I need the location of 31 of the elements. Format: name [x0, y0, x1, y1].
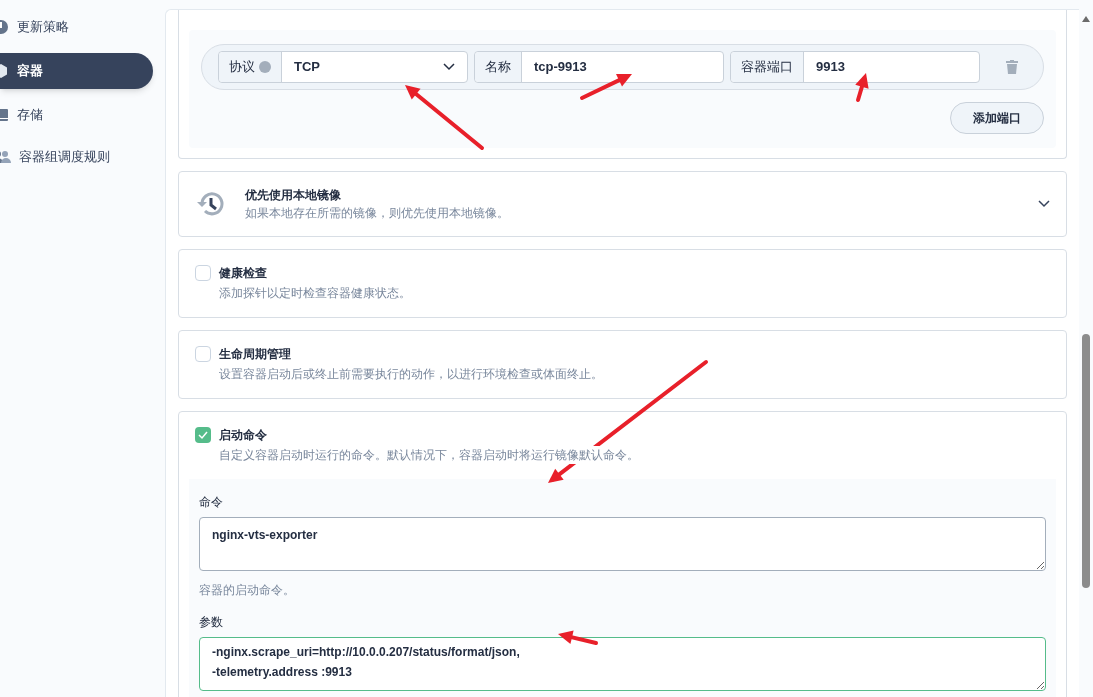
chevron-down-icon: [443, 63, 455, 71]
checkbox[interactable]: [195, 427, 211, 443]
annotation-arrow: [855, 73, 869, 102]
checkbox[interactable]: [195, 265, 211, 281]
field-hint: 容器的启动命令。: [199, 582, 296, 599]
command-field[interactable]: nginx-vts-exporter: [199, 517, 1046, 571]
field-label: 命令: [199, 494, 224, 511]
name-field[interactable]: 名称 tcp-9913: [474, 51, 724, 83]
sidebar-item[interactable]: 容器组调度规则: [0, 141, 153, 173]
sidebar-item[interactable]: 容器: [0, 53, 153, 89]
annotation-arrow: [558, 630, 598, 645]
annotation-arrow: [580, 73, 632, 100]
chevron-down-icon[interactable]: [1038, 200, 1050, 208]
sidebar-item[interactable]: 更新策略: [0, 11, 153, 43]
scrollbar-thumb[interactable]: [1082, 334, 1090, 588]
help-icon: [259, 61, 271, 73]
args-field[interactable]: -nginx.scrape_uri=http://10.0.0.207/status/format/json, -telemetry.address :9913: [199, 637, 1046, 691]
option-title: 生命周期管理: [219, 346, 291, 363]
add-port-button[interactable]: 添加端口: [950, 102, 1044, 134]
trash-icon[interactable]: [1006, 60, 1018, 74]
sidebar-item[interactable]: 存储: [0, 99, 153, 131]
checkbox[interactable]: [195, 346, 211, 362]
field-label: 参数: [199, 614, 224, 631]
protocol-select[interactable]: 协议 TCP: [218, 51, 468, 83]
port-field[interactable]: 容器端口 9913: [730, 51, 980, 83]
option-title: 健康检查: [219, 265, 267, 282]
option-title: 启动命令: [219, 427, 267, 444]
option-description: 如果本地存在所需的镜像，则优先使用本地镜像。: [245, 205, 510, 222]
option-title: 优先使用本地镜像: [245, 187, 342, 204]
checkmark-icon: [198, 430, 208, 440]
scroll-up-icon[interactable]: [1082, 16, 1090, 22]
